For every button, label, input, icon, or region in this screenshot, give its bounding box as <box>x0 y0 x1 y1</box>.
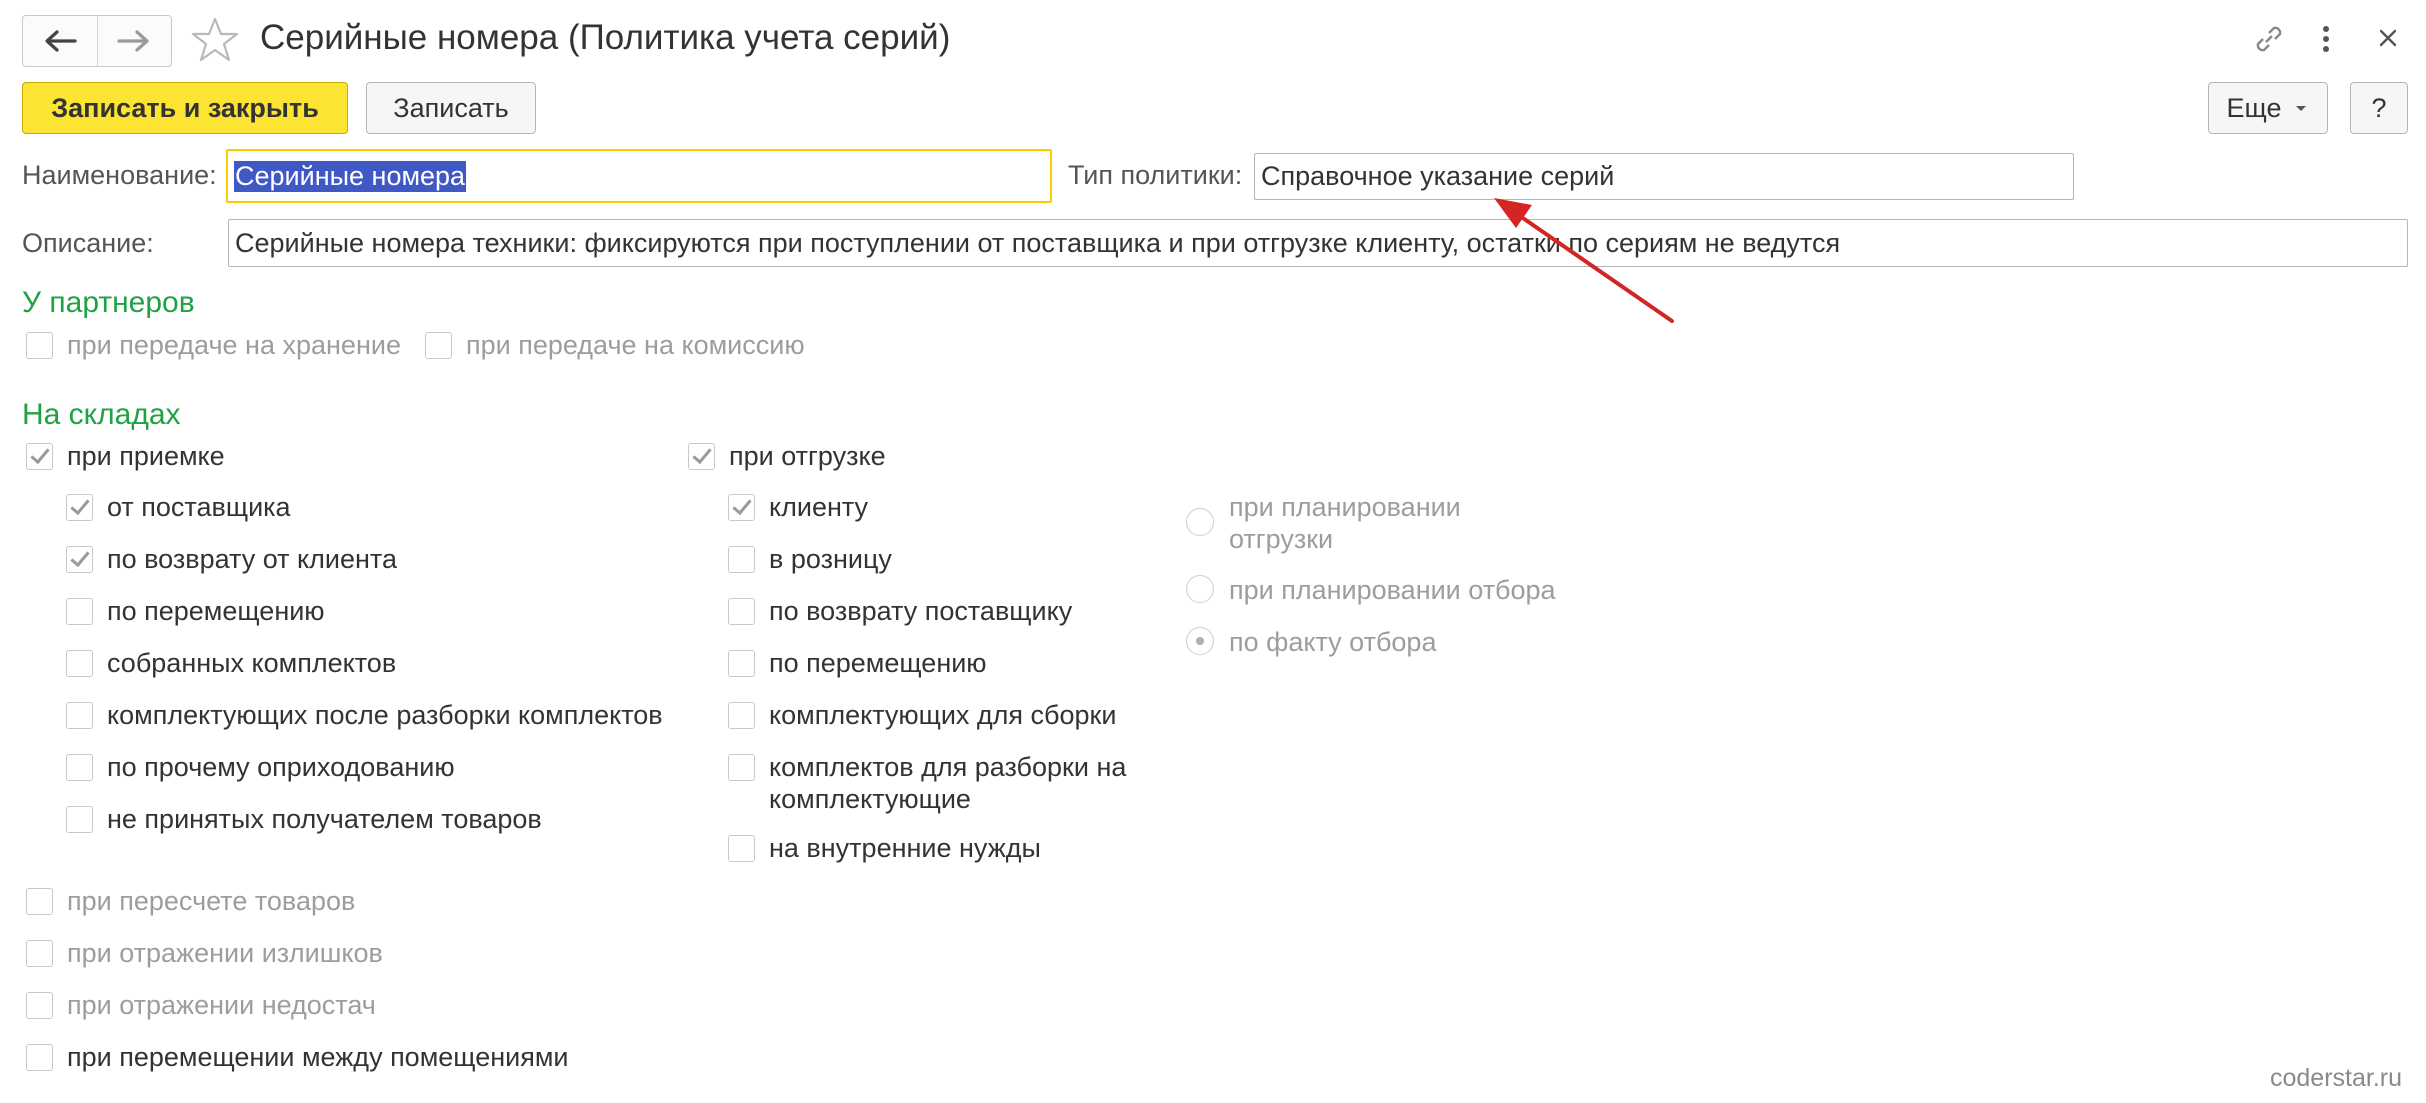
radio-planning-shipment-label: при планировании отгрузки <box>1229 492 1461 554</box>
shipment-assembly-components-label: комплектующих для сборки <box>769 700 1117 730</box>
link-button[interactable] <box>2252 22 2286 61</box>
shipment-checkbox[interactable] <box>688 443 715 470</box>
receipt-customer-return-label: по возврату от клиента <box>107 544 397 574</box>
shipment-assembly-components-checkbox[interactable] <box>728 702 755 729</box>
radio-planning-picking[interactable] <box>1186 575 1214 603</box>
receipt-assembled-kits-label: собранных комплектов <box>107 648 397 678</box>
shipment-to-customer-label: клиенту <box>769 492 869 522</box>
receipt-disassembly-components-label: комплектующих после разборки комплектов <box>107 700 663 730</box>
description-label: Описание: <box>22 228 154 258</box>
radio-planning-picking-label: при планировании отбора <box>1229 575 1556 605</box>
shipment-internal-needs-checkbox[interactable] <box>728 835 755 862</box>
receipt-label: при приемке <box>67 441 225 471</box>
radio-picking-fact-label: по факту отбора <box>1229 627 1437 657</box>
shipment-kits-disassembly-label: комплектов для разборки на комплектующие <box>769 752 1127 814</box>
help-button[interactable]: ? <box>2350 82 2408 134</box>
name-input[interactable]: Серийные номера <box>226 149 1052 203</box>
close-button[interactable] <box>2374 24 2402 57</box>
close-icon <box>2379 29 2397 47</box>
more-button-label: Еще <box>2226 92 2282 123</box>
shipment-supplier-return-checkbox[interactable] <box>728 598 755 625</box>
shipment-internal-needs-label: на внутренние нужды <box>769 833 1041 863</box>
shortage-checkbox[interactable] <box>26 992 53 1019</box>
warehouses-section-title: На складах <box>22 398 181 431</box>
receipt-disassembly-components-checkbox[interactable] <box>66 702 93 729</box>
more-button[interactable]: Еще <box>2208 82 2328 134</box>
back-button[interactable] <box>23 16 97 66</box>
receipt-assembled-kits-checkbox[interactable] <box>66 650 93 677</box>
receipt-other-checkbox[interactable] <box>66 754 93 781</box>
receipt-from-supplier-label: от поставщика <box>107 492 291 522</box>
recount-checkbox[interactable] <box>26 888 53 915</box>
annotation-arrow-icon <box>1494 198 1674 323</box>
nav-buttons <box>22 15 172 67</box>
description-input[interactable]: Серийные номера техники: фиксируются при… <box>228 219 2408 267</box>
shipment-label: при отгрузке <box>729 441 886 471</box>
receipt-not-accepted-checkbox[interactable] <box>66 806 93 833</box>
more-vertical-icon <box>2323 26 2329 52</box>
shortage-label: при отражении недостач <box>67 990 376 1020</box>
watermark: coderstar.ru <box>2269 1064 2402 1092</box>
room-transfer-label: при перемещении между помещениями <box>67 1042 569 1072</box>
receipt-not-accepted-label: не принятых получателем товаров <box>107 804 542 834</box>
more-actions-button[interactable] <box>2318 22 2334 61</box>
shipment-transfer-checkbox[interactable] <box>728 650 755 677</box>
forward-button[interactable] <box>96 16 172 66</box>
recount-label: при пересчете товаров <box>67 886 356 916</box>
name-label: Наименование: <box>22 160 217 190</box>
shipment-retail-label: в розницу <box>769 544 892 574</box>
favorite-button[interactable] <box>190 16 240 69</box>
page-title: Серийные номера (Политика учета серий) <box>260 18 951 57</box>
shipment-transfer-label: по перемещению <box>769 648 987 678</box>
partners-section-title: У партнеров <box>22 286 195 319</box>
receipt-transfer-checkbox[interactable] <box>66 598 93 625</box>
shipment-retail-checkbox[interactable] <box>728 546 755 573</box>
dropdown-arrow-icon <box>2296 106 2307 111</box>
link-icon <box>2256 26 2282 52</box>
room-transfer-checkbox[interactable] <box>26 1044 53 1071</box>
radio-picking-fact[interactable] <box>1186 627 1214 655</box>
partners-storage-label: при передаче на хранение <box>67 330 401 360</box>
save-and-close-button[interactable]: Записать и закрыть <box>22 82 348 134</box>
partners-commission-label: при передаче на комиссию <box>466 330 805 360</box>
receipt-customer-return-checkbox[interactable] <box>66 546 93 573</box>
partners-storage-checkbox[interactable] <box>26 332 53 359</box>
radio-planning-shipment[interactable] <box>1186 508 1214 536</box>
name-value: Серийные номера <box>234 160 467 192</box>
policy-type-label: Тип политики: <box>1068 160 1243 190</box>
shipment-kits-disassembly-checkbox[interactable] <box>728 754 755 781</box>
star-icon <box>191 17 239 62</box>
receipt-checkbox[interactable] <box>26 443 53 470</box>
receipt-transfer-label: по перемещению <box>107 596 325 626</box>
partners-commission-checkbox[interactable] <box>425 332 452 359</box>
surplus-label: при отражении излишков <box>67 938 383 968</box>
surplus-checkbox[interactable] <box>26 940 53 967</box>
shipment-supplier-return-label: по возврату поставщику <box>769 596 1073 626</box>
arrow-left-icon <box>45 30 77 52</box>
shipment-to-customer-checkbox[interactable] <box>728 494 755 521</box>
receipt-other-label: по прочему оприходованию <box>107 752 455 782</box>
save-button[interactable]: Записать <box>366 82 536 134</box>
arrow-right-icon <box>117 30 149 52</box>
receipt-from-supplier-checkbox[interactable] <box>66 494 93 521</box>
